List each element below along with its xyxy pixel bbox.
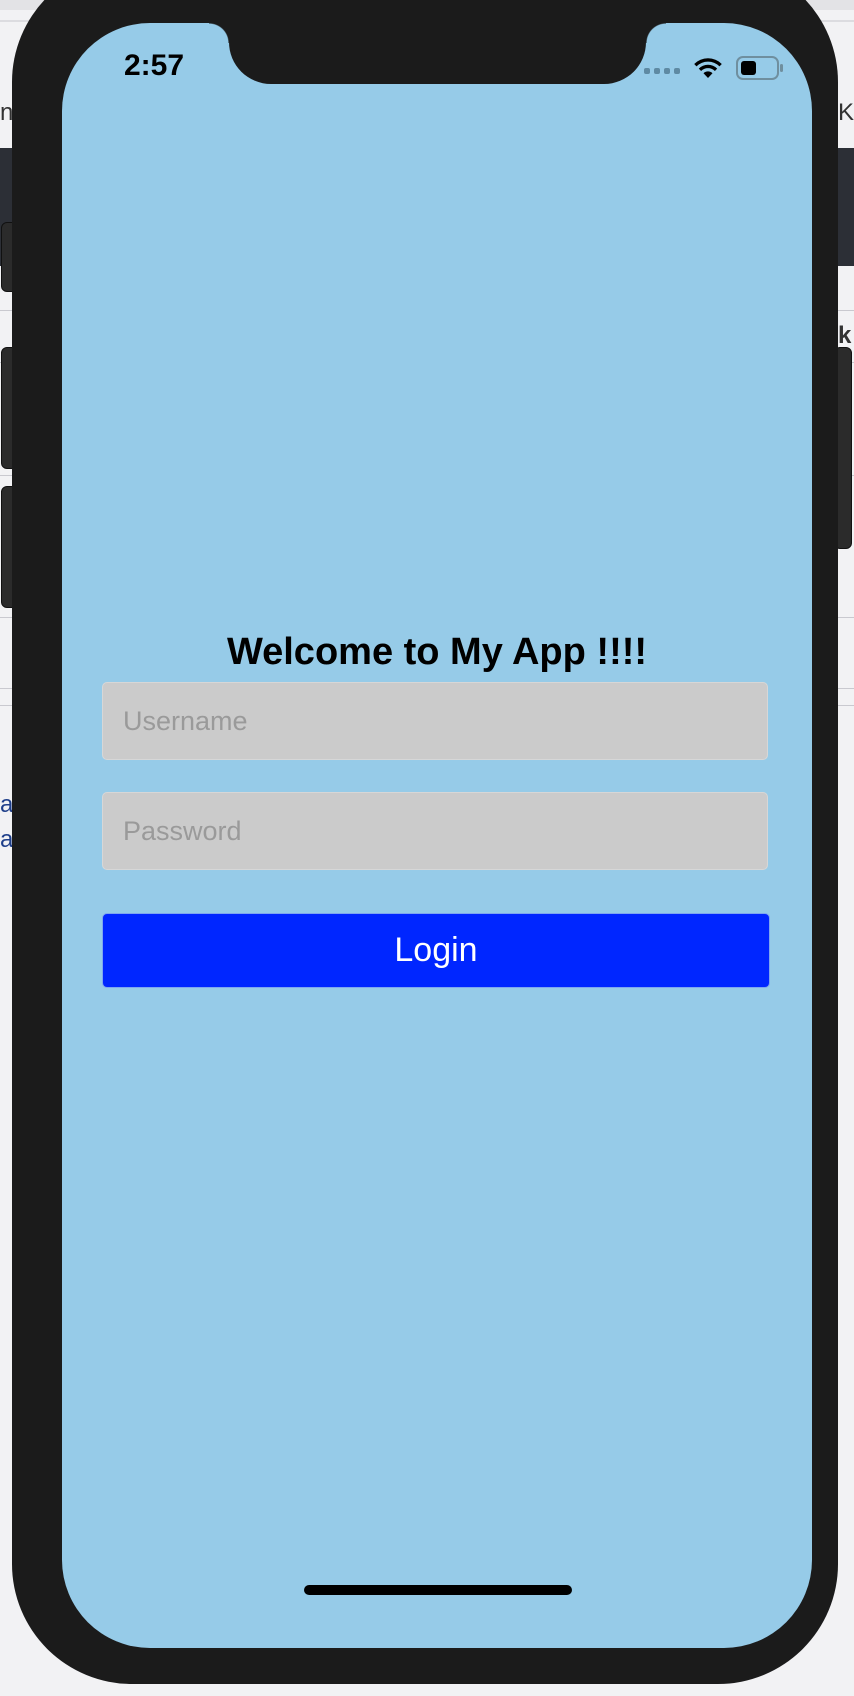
wifi-icon bbox=[694, 58, 722, 78]
background-text-fragment: K bbox=[838, 99, 854, 126]
welcome-title: Welcome to My App !!!! bbox=[226, 631, 648, 673]
battery-icon bbox=[736, 56, 783, 80]
cellular-signal-icon bbox=[644, 62, 680, 74]
home-indicator[interactable] bbox=[304, 1585, 572, 1595]
status-icons bbox=[644, 53, 784, 83]
background-text-fragment: k bbox=[838, 322, 852, 349]
login-button[interactable]: Login bbox=[102, 913, 770, 988]
notch bbox=[209, 23, 666, 84]
device-frame: 2:57 Welcome to My App !!!! Username Log… bbox=[12, 0, 838, 1684]
username-field[interactable] bbox=[102, 682, 768, 760]
device-screen: 2:57 Welcome to My App !!!! Username Log… bbox=[62, 23, 812, 1648]
page: n K k a a 2:57 Welcome to My App !!!! Us… bbox=[0, 0, 854, 1696]
status-time: 2:57 bbox=[124, 49, 185, 82]
password-field[interactable] bbox=[102, 792, 768, 870]
